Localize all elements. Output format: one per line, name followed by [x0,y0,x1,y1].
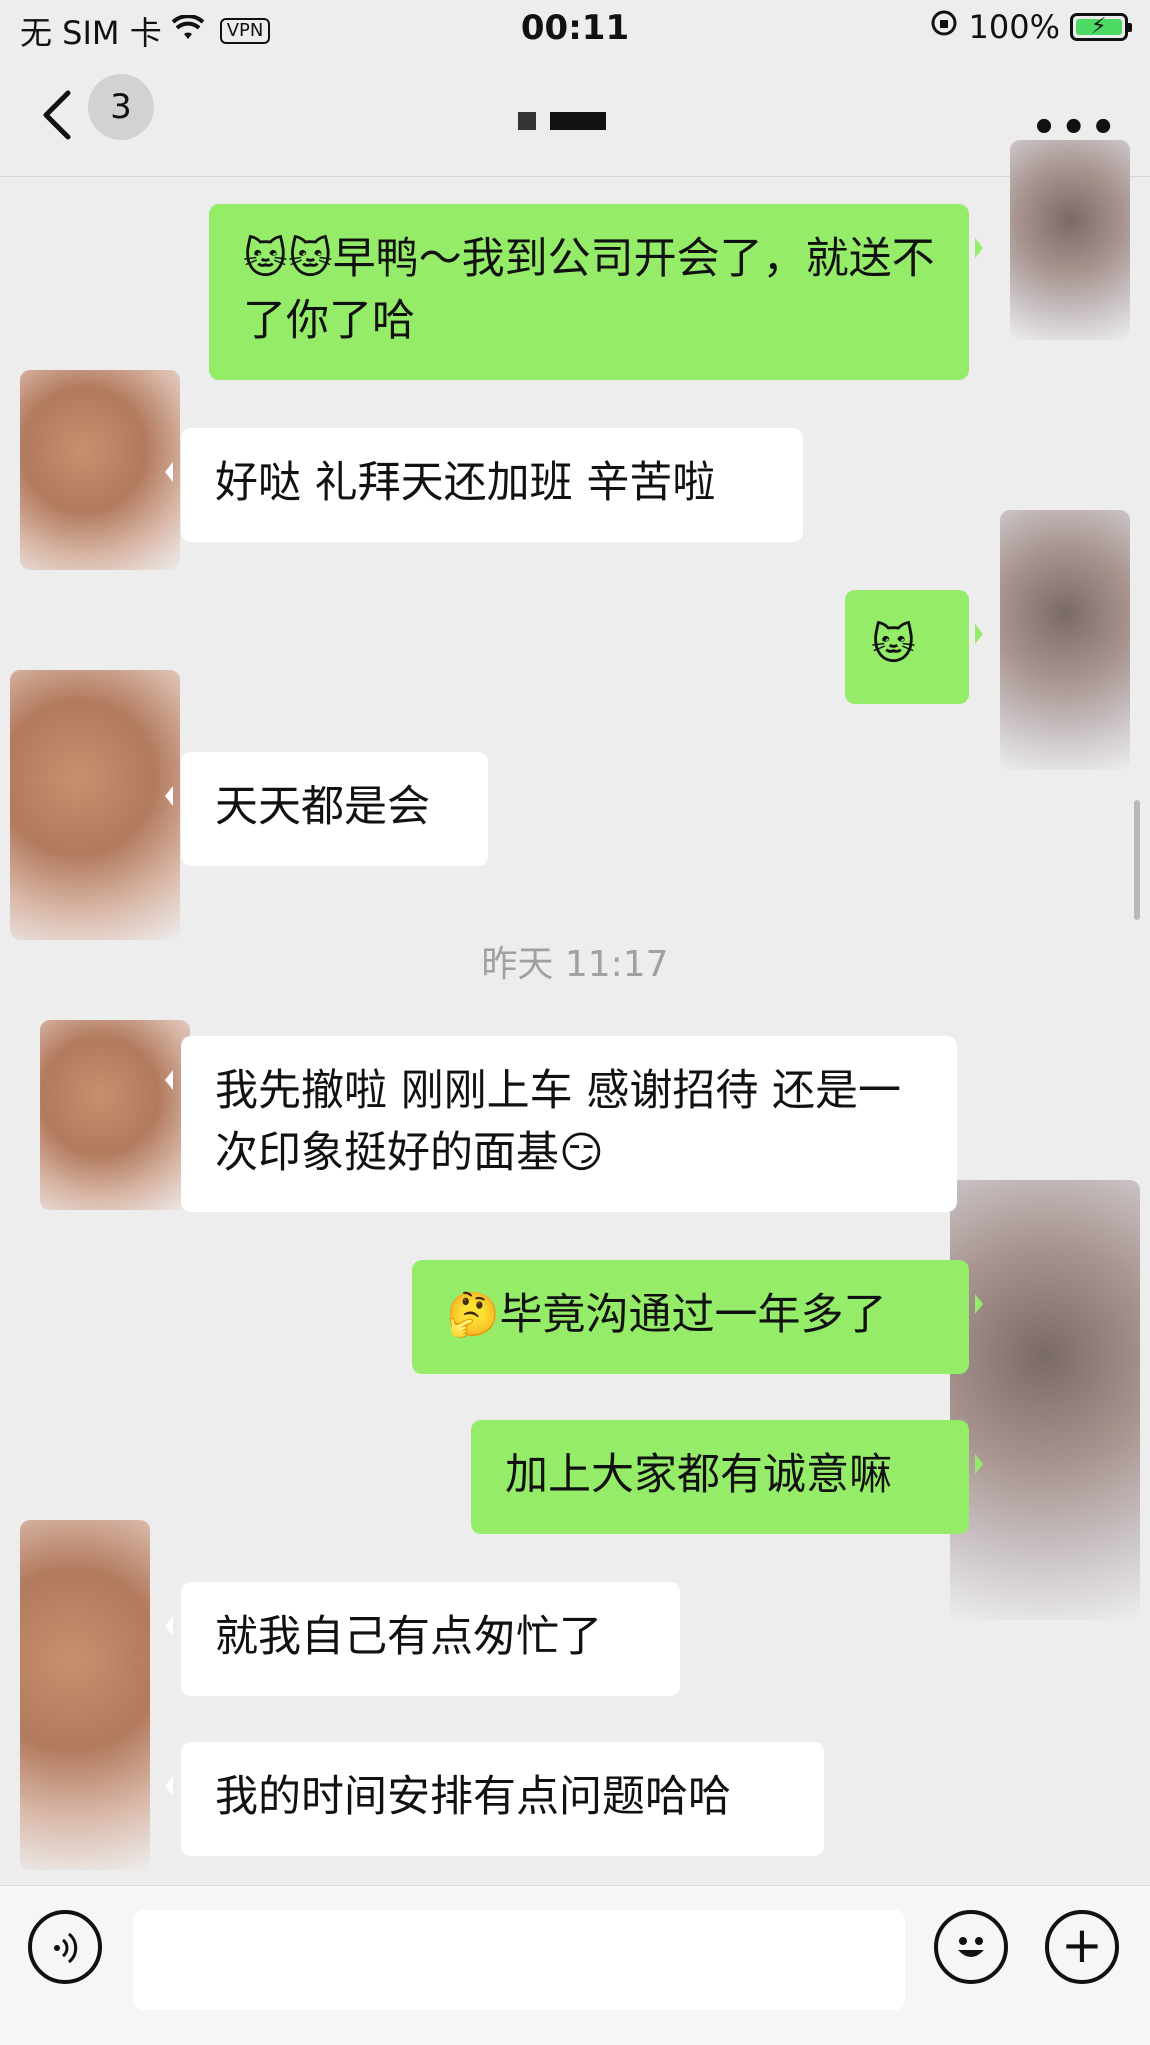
message-text: 🐱 [871,620,916,670]
orientation-lock-icon [929,8,959,46]
voice-button[interactable] [28,1910,102,1984]
message-bubble-outgoing[interactable]: 加上大家都有诚意嘛 [471,1420,983,1534]
battery-icon: ⚡ [1070,13,1132,41]
back-button[interactable] [38,85,88,145]
message-bubble-incoming[interactable]: 好哒 礼拜天还加班 辛苦啦 [165,428,803,542]
my-avatar[interactable] [1000,510,1130,770]
message-text: 🐱🐱早鸭～我到公司开会了，就送不了你了哈 [243,234,935,346]
redaction-block [550,112,606,130]
message-bubble-outgoing[interactable]: 🤔毕竟沟通过一年多了 [412,1260,983,1374]
message-bubble-outgoing[interactable]: 🐱🐱早鸭～我到公司开会了，就送不了你了哈 [209,204,983,380]
message-text: 就我自己有点匆忙了 [215,1612,602,1662]
my-avatar[interactable] [950,1180,1140,1620]
unread-count-badge[interactable]: 3 [88,74,154,140]
contact-avatar[interactable] [10,670,180,940]
message-bubble-incoming[interactable]: 就我自己有点匆忙了 [165,1582,680,1696]
more-actions-button[interactable]: + [1045,1910,1119,1984]
message-bubble-incoming[interactable]: 我的时间安排有点问题哈哈 [165,1742,824,1856]
message-text: 🤔毕竟沟通过一年多了 [446,1290,887,1340]
message-text: 加上大家都有诚意嘛 [505,1450,892,1500]
message-bubble-outgoing[interactable]: 🐱 [845,590,983,704]
chat-header: 3 ••• [0,60,1150,177]
voice-icon [32,1928,98,1975]
scrollbar[interactable] [1134,800,1140,920]
contact-avatar[interactable] [40,1020,190,1210]
status-bar: 无 SIM 卡 VPN 00:11 100% ⚡ [0,0,1150,60]
redaction-block [518,112,536,130]
chevron-left-icon [43,90,71,140]
charging-icon: ⚡ [1091,14,1107,39]
message-input[interactable] [133,1910,905,2010]
timestamp-divider: 昨天 11:17 [481,944,669,985]
chat-title-redacted [518,112,606,130]
contact-avatar[interactable] [20,370,180,570]
battery-percent: 100% [968,8,1060,46]
smiley-icon [946,1936,996,1982]
message-bubble-incoming[interactable]: 我先撤啦 刚刚上车 感谢招待 还是一次印象挺好的面基😏 [165,1036,957,1212]
contact-avatar[interactable] [20,1520,150,1870]
plus-icon: + [1061,1916,1103,1974]
message-bubble-incoming[interactable]: 天天都是会 [165,752,488,866]
my-avatar[interactable] [1010,140,1130,340]
message-text: 天天都是会 [215,782,430,832]
message-text: 好哒 礼拜天还加班 辛苦啦 [215,458,716,508]
message-text: 我的时间安排有点问题哈哈 [215,1772,731,1822]
emoji-button[interactable] [934,1910,1008,1984]
status-right: 100% ⚡ [929,8,1132,46]
message-text: 我先撤啦 刚刚上车 感谢招待 还是一次印象挺好的面基😏 [215,1066,902,1178]
input-bar: + [0,1885,1150,2045]
